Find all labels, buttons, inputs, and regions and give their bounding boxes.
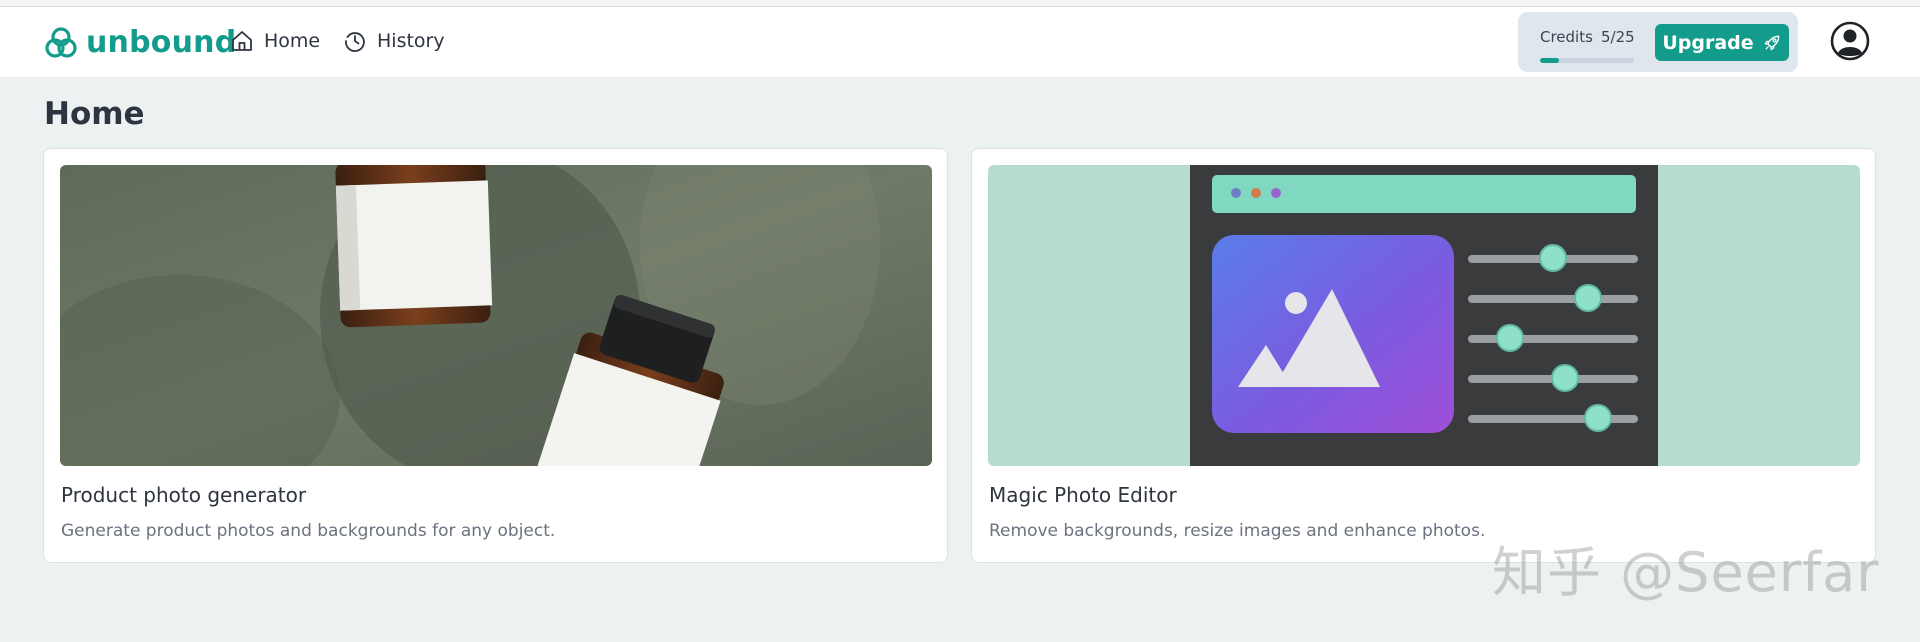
logo-text: unbound [86,25,237,60]
page-title: Home [44,96,145,132]
card-magic-photo-editor[interactable]: Magic Photo Editor Remove backgrounds, r… [971,148,1876,563]
browser-top-edge [0,0,1920,7]
credits-label: Credits [1540,28,1593,46]
nav-home[interactable]: Home [230,29,320,53]
credits-value: 5/25 [1601,28,1635,46]
rocket-icon [1764,35,1780,50]
upgrade-button[interactable]: Upgrade [1655,24,1789,61]
card-title: Product photo generator [61,483,307,507]
history-icon [345,32,365,52]
credits-progress-fill [1540,58,1559,63]
nav-history[interactable]: History [343,29,445,53]
card-product-photo-generator[interactable]: Product photo generator Generate product… [43,148,948,563]
logo-icon [45,26,77,58]
user-avatar-icon[interactable] [1830,21,1870,61]
credits-progress-bar [1540,58,1634,63]
card-description: Generate product photos and backgrounds … [61,521,556,541]
card-description: Remove backgrounds, resize images and en… [989,521,1486,541]
top-header: unbound Home History Credits 5/25 Upgrad… [0,7,1920,78]
nav-history-label: History [377,30,445,52]
nav-home-label: Home [264,30,321,52]
product-bottles-image [60,165,932,466]
card-title: Magic Photo Editor [989,483,1177,507]
photo-editor-illustration [988,165,1860,466]
upgrade-label: Upgrade [1662,31,1754,54]
logo[interactable]: unbound [44,25,236,60]
credits-panel: Credits 5/25 Upgrade [1518,12,1798,72]
home-icon [232,31,252,51]
watermark-text: 知乎 @Seerfar [1492,541,1880,604]
